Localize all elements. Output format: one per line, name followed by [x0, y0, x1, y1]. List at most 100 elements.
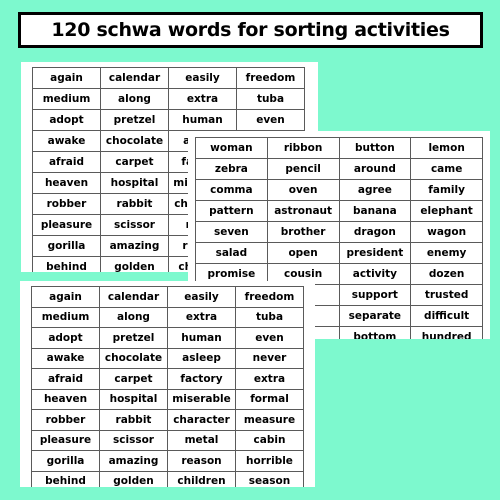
word-cell[interactable]: comma [195, 179, 268, 201]
word-cell[interactable]: calendar [99, 286, 168, 308]
word-cell[interactable]: afraid [32, 151, 101, 173]
word-cell[interactable]: scissor [99, 429, 168, 451]
word-cell[interactable]: pleasure [31, 429, 100, 451]
word-cell[interactable]: rabbit [99, 409, 168, 431]
word-cell[interactable]: around [338, 158, 412, 180]
word-cell[interactable]: family [410, 179, 483, 201]
word-cell[interactable]: bottom [338, 326, 412, 339]
word-cell[interactable]: formal [235, 388, 304, 410]
word-cell[interactable]: character [167, 409, 236, 431]
word-cell[interactable]: enemy [410, 242, 483, 264]
word-cell[interactable]: pencil [266, 158, 340, 180]
word-cell[interactable]: tuba [236, 88, 305, 110]
word-cell[interactable]: tuba [235, 306, 304, 328]
word-cell[interactable]: human [168, 109, 237, 131]
word-cell[interactable]: medium [31, 306, 100, 328]
word-cell[interactable]: rabbit [100, 193, 169, 215]
word-cell[interactable]: awake [31, 347, 100, 369]
word-cell[interactable]: along [99, 306, 168, 328]
word-cell[interactable]: again [31, 286, 100, 308]
word-cell[interactable]: chocolate [99, 347, 168, 369]
word-cell[interactable]: measure [235, 409, 304, 431]
word-cell[interactable]: hundred [410, 326, 483, 339]
word-cell[interactable]: miserable [167, 388, 236, 410]
word-cell[interactable]: amazing [99, 450, 168, 472]
word-cell[interactable]: elephant [410, 200, 483, 222]
word-cell[interactable]: difficult [410, 305, 483, 327]
word-cell[interactable]: cabin [235, 429, 304, 451]
word-cell[interactable]: freedom [235, 286, 304, 308]
word-cell[interactable]: dozen [410, 263, 483, 285]
word-cell[interactable]: gorilla [31, 450, 100, 472]
word-cell[interactable]: seven [195, 221, 268, 243]
word-cell[interactable]: extra [168, 88, 237, 110]
word-cell[interactable]: chocolate [100, 130, 169, 152]
word-cell[interactable]: asleep [167, 347, 236, 369]
word-cell[interactable]: hospital [99, 388, 168, 410]
word-cell[interactable]: along [100, 88, 169, 110]
word-cell[interactable]: amazing [100, 235, 169, 257]
word-cell[interactable]: pleasure [32, 214, 101, 236]
word-cell[interactable]: awake [32, 130, 101, 152]
word-cell[interactable]: season [235, 470, 304, 487]
word-cell[interactable]: factory [167, 368, 236, 390]
word-cell[interactable]: even [236, 109, 305, 131]
word-cell[interactable]: freedom [236, 67, 305, 89]
word-cell[interactable]: gorilla [32, 235, 101, 257]
word-cell[interactable]: separate [338, 305, 412, 327]
word-cell[interactable]: horrible [235, 450, 304, 472]
word-cell[interactable]: pretzel [100, 109, 169, 131]
word-cell[interactable]: agree [338, 179, 412, 201]
word-cell[interactable]: zebra [195, 158, 268, 180]
word-cell[interactable]: medium [32, 88, 101, 110]
word-cell[interactable]: astronaut [266, 200, 340, 222]
word-cell[interactable]: dragon [338, 221, 412, 243]
word-cell[interactable]: robber [31, 409, 100, 431]
word-cell[interactable]: ribbon [266, 137, 340, 159]
word-cell[interactable]: woman [195, 137, 268, 159]
word-cell[interactable]: easily [168, 67, 237, 89]
word-cell[interactable]: salad [195, 242, 268, 264]
word-cell[interactable]: wagon [410, 221, 483, 243]
word-cell[interactable]: open [266, 242, 340, 264]
word-cell[interactable]: heaven [31, 388, 100, 410]
word-cell[interactable]: hospital [100, 172, 169, 194]
word-cell[interactable]: even [235, 327, 304, 349]
word-cell[interactable]: carpet [100, 151, 169, 173]
word-cell[interactable]: golden [100, 256, 169, 272]
word-cell[interactable]: carpet [99, 368, 168, 390]
word-cell[interactable]: adopt [32, 109, 101, 131]
word-cell[interactable]: trusted [410, 284, 483, 306]
page-title: 120 schwa words for sorting activities [51, 19, 450, 41]
word-cell[interactable]: calendar [100, 67, 169, 89]
word-cell[interactable]: again [32, 67, 101, 89]
word-cell[interactable]: children [167, 470, 236, 487]
word-cell[interactable]: behind [31, 470, 100, 487]
word-cell[interactable]: oven [266, 179, 340, 201]
word-cell[interactable]: came [410, 158, 483, 180]
word-cell[interactable]: pretzel [99, 327, 168, 349]
word-cell[interactable]: never [235, 347, 304, 369]
word-cell[interactable]: robber [32, 193, 101, 215]
word-list-card-bottom[interactable]: again calendar easily freedom medium along ext… [20, 281, 315, 487]
word-cell[interactable]: extra [235, 368, 304, 390]
word-cell[interactable]: extra [167, 306, 236, 328]
word-cell[interactable]: pattern [195, 200, 268, 222]
word-cell[interactable]: brother [266, 221, 340, 243]
word-cell[interactable]: human [167, 327, 236, 349]
word-cell[interactable]: golden [99, 470, 168, 487]
word-cell[interactable]: reason [167, 450, 236, 472]
word-cell[interactable]: behind [32, 256, 101, 272]
word-cell[interactable]: button [338, 137, 412, 159]
word-cell[interactable]: banana [338, 200, 412, 222]
word-cell[interactable]: president [338, 242, 412, 264]
word-cell[interactable]: support [338, 284, 412, 306]
word-cell[interactable]: heaven [32, 172, 101, 194]
word-cell[interactable]: metal [167, 429, 236, 451]
word-cell[interactable]: adopt [31, 327, 100, 349]
word-cell[interactable]: activity [338, 263, 412, 285]
word-cell[interactable]: afraid [31, 368, 100, 390]
word-cell[interactable]: easily [167, 286, 236, 308]
word-cell[interactable]: scissor [100, 214, 169, 236]
word-cell[interactable]: lemon [410, 137, 483, 159]
